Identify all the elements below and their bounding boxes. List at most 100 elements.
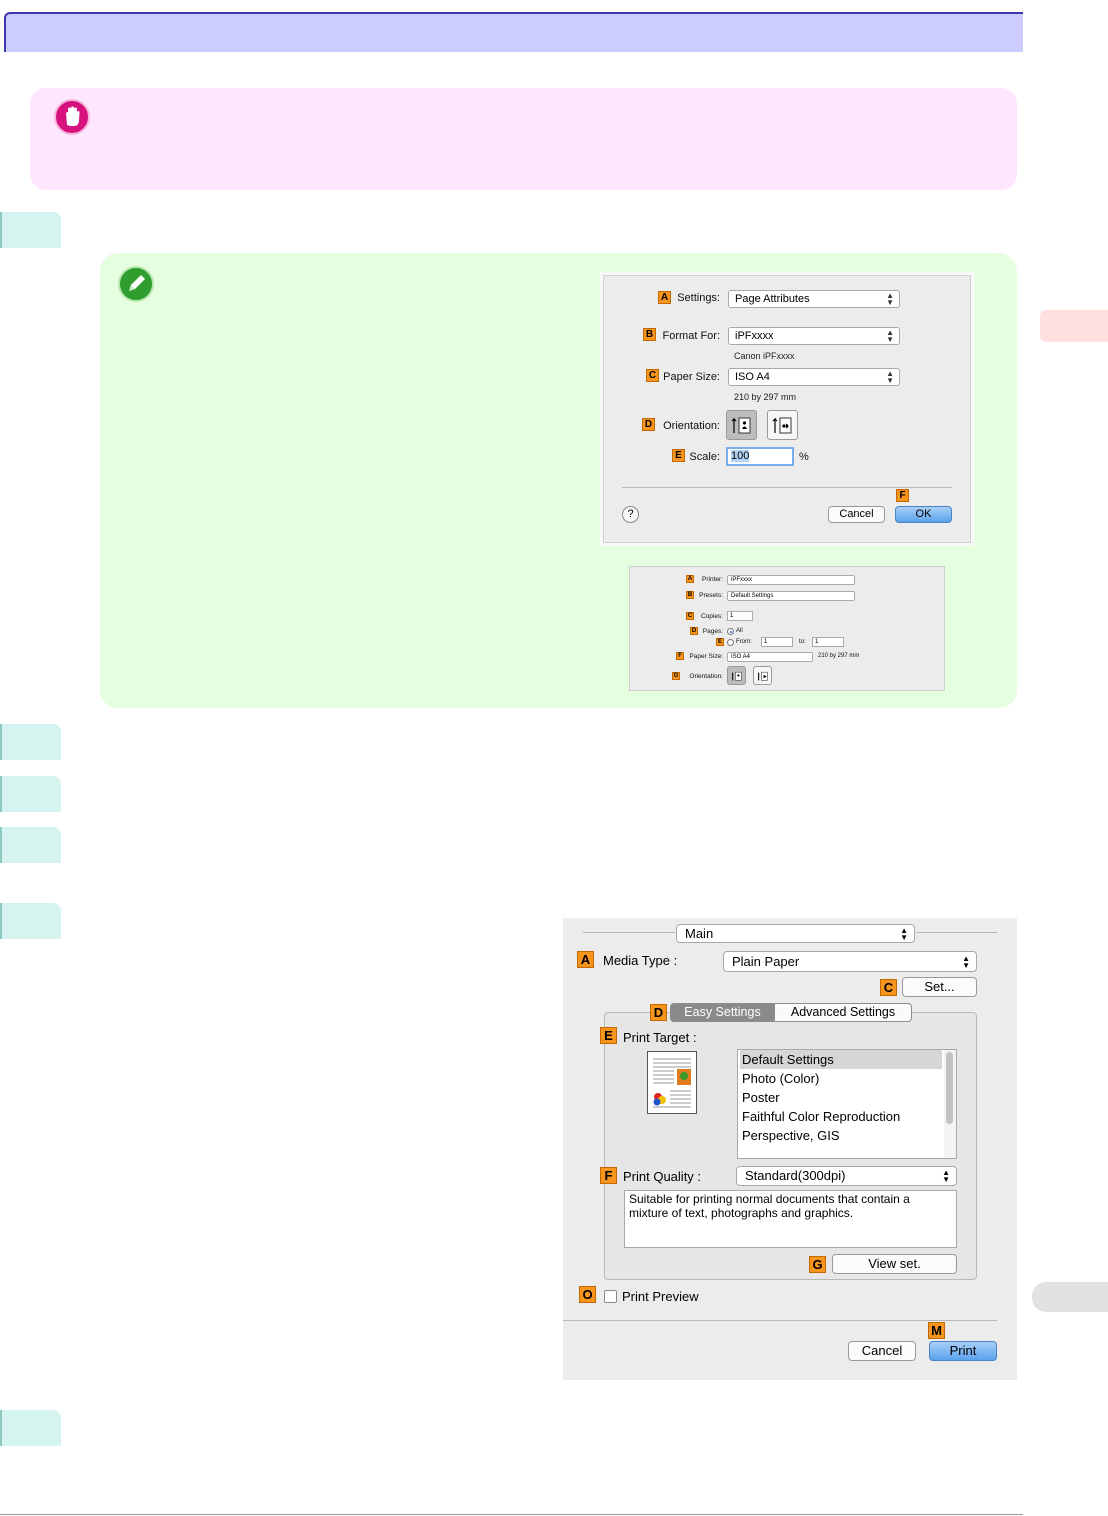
pages-all-label: All xyxy=(736,628,743,634)
pages-to-field[interactable]: 1 xyxy=(812,637,844,647)
list-item-faithful-color[interactable]: Faithful Color Reproduction xyxy=(740,1107,942,1126)
pages-from-field[interactable]: 1 xyxy=(761,637,793,647)
dialog-separator xyxy=(622,487,952,488)
print-dialog-small: A Printer: iPFxxxx B Presets: Default Se… xyxy=(629,566,945,691)
landscape-orientation-button[interactable] xyxy=(753,666,772,685)
panel-select-popup[interactable]: Main ▲ ▼ xyxy=(676,924,915,943)
presets-popup[interactable]: Default Settings xyxy=(727,591,855,601)
callout-o: O xyxy=(579,1286,596,1303)
callout-d: D xyxy=(650,1004,667,1021)
callout-g: G xyxy=(672,672,680,680)
paper-size-popup[interactable]: ISO A4 xyxy=(727,652,813,662)
list-item-photo-color[interactable]: Photo (Color) xyxy=(740,1069,942,1088)
list-item-poster[interactable]: Poster xyxy=(740,1088,942,1107)
footer-rule xyxy=(0,1514,1023,1515)
copies-field[interactable]: 1 xyxy=(727,611,753,621)
portrait-orientation-button[interactable] xyxy=(726,410,757,440)
pages-label: Pages: xyxy=(702,628,723,635)
step-marker-5 xyxy=(0,903,61,939)
help-button[interactable]: ? xyxy=(622,506,639,523)
scale-unit: % xyxy=(799,451,809,463)
cancel-button[interactable]: Cancel xyxy=(828,506,885,523)
updown-arrow-icon: ▲ ▼ xyxy=(962,954,970,970)
tab-easy-settings[interactable]: Easy Settings xyxy=(670,1003,775,1022)
quality-description-box: Suitable for printing normal documents t… xyxy=(624,1190,957,1248)
print-target-label: Print Target : xyxy=(623,1030,697,1045)
ok-button[interactable]: OK xyxy=(895,506,952,523)
panel-rule-right xyxy=(916,932,997,933)
pages-from-radio[interactable] xyxy=(727,639,734,646)
print-quality-label: Print Quality : xyxy=(623,1169,702,1184)
media-type-label: Media Type : xyxy=(603,953,678,968)
updown-arrow-icon: ▲ ▼ xyxy=(886,291,894,307)
callout-e: E xyxy=(716,638,724,646)
cancel-button[interactable]: Cancel xyxy=(848,1341,916,1361)
settings-label: Settings: xyxy=(677,292,720,304)
updown-arrow-icon: ▲ ▼ xyxy=(900,926,908,942)
print-target-preview-icon xyxy=(647,1051,697,1114)
printer-label: Printer: xyxy=(702,576,723,583)
portrait-icon xyxy=(732,671,742,681)
portrait-orientation-button[interactable] xyxy=(727,666,746,685)
paper-size-popup[interactable]: ISO A4 ▲ ▼ xyxy=(728,368,900,386)
list-item-perspective-gis[interactable]: Perspective, GIS xyxy=(740,1126,942,1145)
view-set-button[interactable]: View set. xyxy=(832,1254,957,1274)
step-marker-3 xyxy=(0,776,61,812)
callout-a: A xyxy=(577,951,594,968)
printer-popup[interactable]: iPFxxxx xyxy=(727,575,855,585)
callout-m: M xyxy=(928,1322,945,1339)
step-marker-1 xyxy=(0,212,61,248)
section-title-bar xyxy=(4,12,1023,52)
section-side-tab[interactable] xyxy=(1032,1282,1108,1312)
print-button[interactable]: Print xyxy=(929,1341,997,1361)
updown-arrow-icon: ▲ ▼ xyxy=(942,1168,950,1184)
print-quality-popup[interactable]: Standard(300dpi) ▲ ▼ xyxy=(736,1166,957,1186)
scale-input[interactable]: 100 xyxy=(726,447,794,466)
callout-f: F xyxy=(896,489,909,502)
orientation-label: Orientation: xyxy=(689,673,723,680)
format-for-subtext: Canon iPFxxxx xyxy=(734,351,795,361)
pages-to-label: to: xyxy=(799,639,806,645)
step-marker-2 xyxy=(0,724,61,760)
landscape-icon xyxy=(758,671,768,681)
format-for-popup[interactable]: iPFxxxx ▲ ▼ xyxy=(728,327,900,345)
settings-popup[interactable]: Page Attributes ▲ ▼ xyxy=(728,290,900,308)
callout-c: C xyxy=(686,612,694,620)
callout-f: F xyxy=(600,1167,617,1184)
tab-advanced-settings[interactable]: Advanced Settings xyxy=(774,1003,912,1022)
paper-size-label: Paper Size: xyxy=(663,371,720,383)
list-item-default-settings[interactable]: Default Settings xyxy=(740,1050,942,1069)
step-marker-4 xyxy=(0,827,61,863)
print-preview-checkbox[interactable] xyxy=(604,1290,617,1303)
callout-g: G xyxy=(809,1256,826,1273)
scale-label: Scale: xyxy=(689,451,720,463)
orientation-label: Orientation: xyxy=(663,420,720,432)
landscape-orientation-button[interactable] xyxy=(767,410,798,440)
panel-rule-left xyxy=(583,932,675,933)
chapter-side-tab[interactable] xyxy=(1040,310,1108,342)
landscape-icon xyxy=(772,417,792,434)
set-button[interactable]: Set... xyxy=(902,977,977,997)
pencil-note-icon xyxy=(118,266,154,302)
page-setup-dialog: A Settings: Page Attributes ▲ ▼ B Format F… xyxy=(603,275,971,543)
copies-label: Copies: xyxy=(700,613,723,620)
stop-hand-icon xyxy=(54,99,90,135)
callout-d: D xyxy=(690,627,698,635)
callout-e: E xyxy=(672,449,685,462)
callout-a: A xyxy=(658,291,671,304)
scrollbar-thumb[interactable] xyxy=(946,1052,953,1124)
important-box xyxy=(30,88,1017,190)
paper-size-subtext: 210 by 297 mm xyxy=(734,392,797,402)
updown-arrow-icon: ▲ ▼ xyxy=(886,328,894,344)
callout-c: C xyxy=(880,979,897,996)
step-marker-6 xyxy=(0,1410,61,1446)
callout-e: E xyxy=(600,1027,617,1044)
updown-arrow-icon: ▲ ▼ xyxy=(886,369,894,385)
media-type-popup[interactable]: Plain Paper ▲ ▼ xyxy=(723,951,977,972)
portrait-icon xyxy=(731,417,751,434)
pages-from-label: From: xyxy=(736,639,752,645)
list-scrollbar[interactable] xyxy=(944,1050,956,1158)
pages-all-radio[interactable] xyxy=(727,628,734,635)
paper-size-subtext: 210 by 297 mm xyxy=(818,653,860,659)
callout-b: B xyxy=(643,328,656,341)
